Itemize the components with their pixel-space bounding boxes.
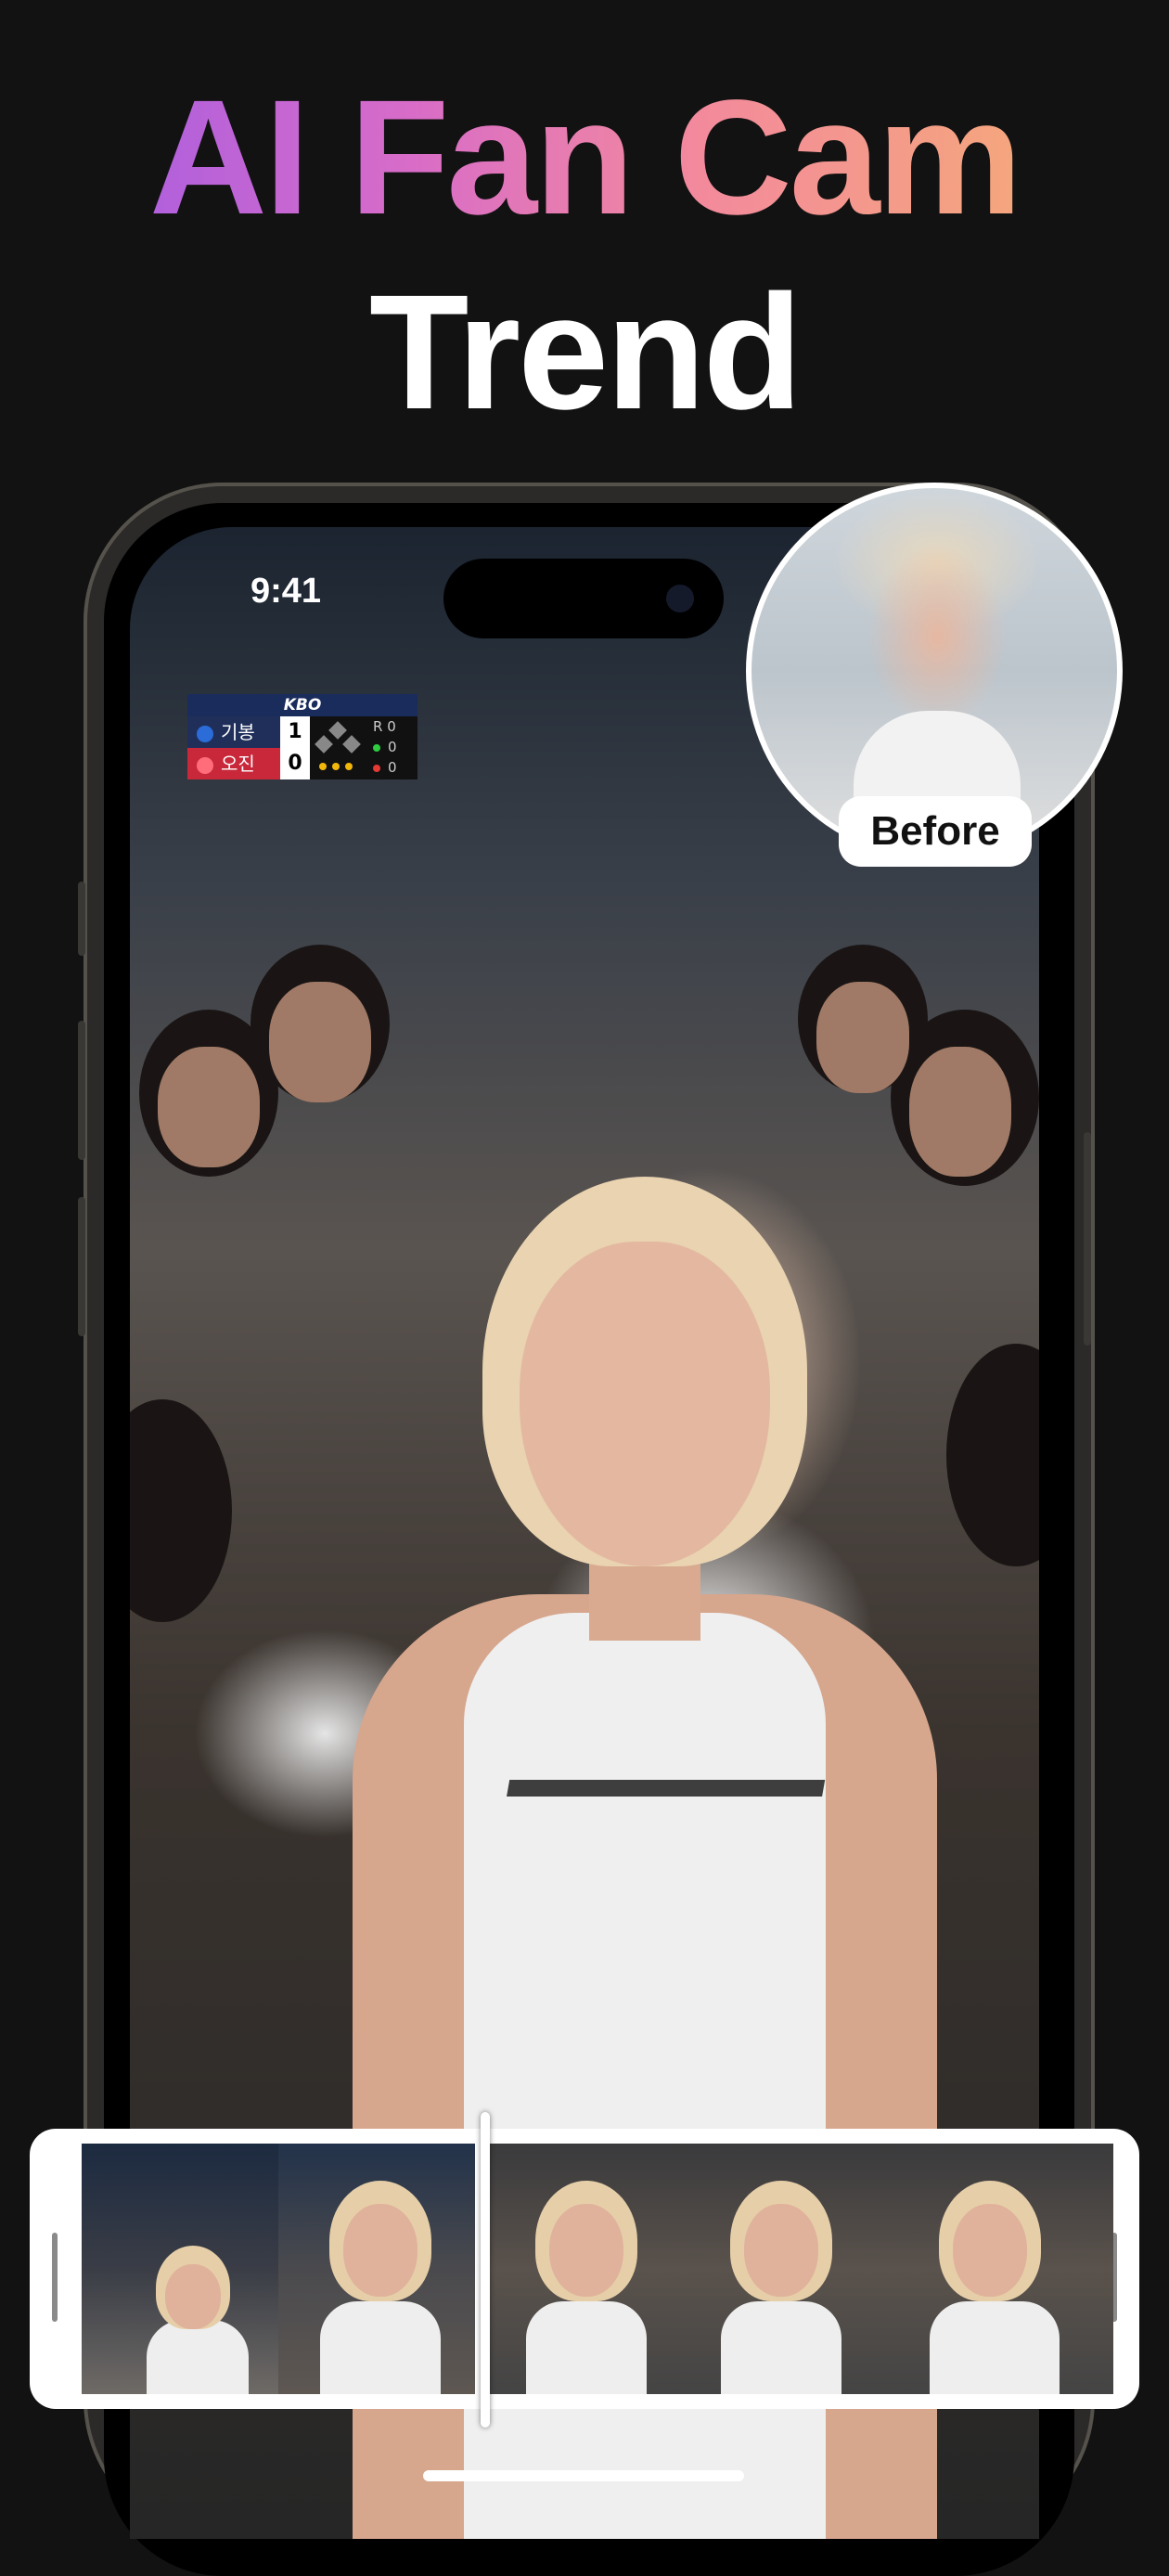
frame-subject xyxy=(165,2264,221,2329)
crowd-face xyxy=(269,982,371,1102)
filmstrip-frame[interactable] xyxy=(82,2144,278,2394)
count-row: 0 xyxy=(366,737,418,757)
frame-subject xyxy=(343,2204,418,2297)
tank-top-print xyxy=(473,1780,826,1982)
video-filmstrip[interactable] xyxy=(30,2129,1139,2409)
playhead-scrubber[interactable] xyxy=(481,2112,490,2428)
phone-power-button xyxy=(1084,1132,1091,1346)
before-label: Before xyxy=(839,796,1032,867)
status-time: 9:41 xyxy=(250,572,322,611)
home-indicator[interactable] xyxy=(423,2470,744,2481)
scoreboard-team-away: 오진 xyxy=(187,748,280,779)
headline-title: AI Fan Cam xyxy=(0,65,1169,251)
team-logo-icon xyxy=(197,756,213,774)
bases-diamond-icon xyxy=(310,716,366,779)
scoreboard: KBO 기봉 1 오진 0 R 0 0 0 xyxy=(187,694,418,779)
crowd-person xyxy=(946,1344,1039,1566)
crowd-face xyxy=(816,982,909,1093)
team-score: 0 xyxy=(280,748,310,779)
strike-dot-icon xyxy=(373,765,380,772)
frame-subject xyxy=(549,2204,623,2297)
count-row: R 0 xyxy=(366,716,418,737)
frame-subject xyxy=(930,2301,1060,2394)
front-camera xyxy=(666,585,694,612)
team-name: 기봉 xyxy=(221,721,255,743)
crowd-face xyxy=(909,1047,1011,1177)
out-dot-icon xyxy=(345,763,353,770)
scoreboard-counts: R 0 0 0 xyxy=(366,716,418,779)
count-label: R xyxy=(373,718,383,735)
phone-volume-up-button xyxy=(78,1021,85,1160)
crowd-face xyxy=(158,1047,260,1167)
team-score: 1 xyxy=(280,716,310,748)
frame-subject xyxy=(526,2301,647,2394)
team-logo-icon xyxy=(197,725,213,742)
frame-subject xyxy=(147,2320,249,2394)
phone-volume-down-button xyxy=(78,1197,85,1336)
filmstrip-frame[interactable] xyxy=(679,2144,874,2394)
filmstrip-frame[interactable] xyxy=(278,2144,475,2394)
count-value: 0 xyxy=(388,739,397,755)
headline-subtitle: Trend xyxy=(368,262,803,444)
trim-handle-left[interactable] xyxy=(52,2233,58,2322)
scoreboard-league: KBO xyxy=(187,694,418,716)
frame-subject xyxy=(721,2301,841,2394)
base-icon xyxy=(328,721,347,740)
scoreboard-team-home: 기봉 xyxy=(187,716,280,748)
base-icon xyxy=(315,735,333,753)
count-value: 0 xyxy=(387,718,396,735)
team-name: 오진 xyxy=(221,753,255,775)
filmstrip-frame[interactable] xyxy=(874,2144,1113,2394)
phone-action-button xyxy=(78,882,85,956)
count-value: 0 xyxy=(388,759,397,776)
filmstrip-frame[interactable] xyxy=(484,2144,679,2394)
count-row: 0 xyxy=(366,757,418,778)
dynamic-island xyxy=(443,559,724,638)
out-dot-icon xyxy=(319,763,327,770)
base-icon xyxy=(342,735,361,753)
frame-subject xyxy=(320,2301,441,2394)
ball-dot-icon xyxy=(373,744,380,752)
out-dot-icon xyxy=(332,763,340,770)
crowd-person xyxy=(130,1399,232,1622)
frame-subject xyxy=(953,2204,1027,2297)
subject-face xyxy=(520,1242,770,1566)
frame-subject xyxy=(744,2204,818,2297)
